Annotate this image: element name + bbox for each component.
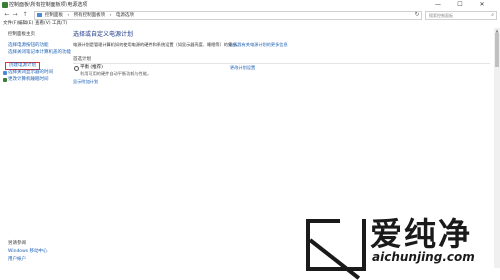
sidebar-item-lid-close[interactable]: 选择关闭笔记本计算机盖的功能 — [8, 50, 71, 56]
monitor-icon — [3, 71, 7, 75]
sidebar-item-power-button[interactable]: 选择电源按钮的功能 — [8, 43, 49, 49]
close-button[interactable]: ✕ — [474, 0, 490, 10]
folder-icon — [37, 13, 42, 17]
sidebar-item-sleep-time[interactable]: 更改计算机睡眠时间 — [8, 77, 49, 83]
search-icon: ⌕ — [491, 12, 494, 18]
address-bar[interactable]: 控制面板 › 所有控制面板项 › 电源选项 — [34, 11, 422, 20]
watermark-url: aichunjing.com — [372, 250, 475, 264]
search-input[interactable]: 搜索控制面板 ⌕ — [425, 11, 497, 20]
plan-description: 利用可用的硬件自动平衡功耗与性能。 — [80, 71, 152, 76]
breadcrumb: 控制面板 › 所有控制面板项 › 电源选项 — [45, 13, 134, 18]
sidebar-item-display-off[interactable]: 选择关闭显示器的时间 — [8, 70, 53, 76]
menu-bar — [0, 20, 500, 28]
minimize-button[interactable]: — — [430, 0, 446, 10]
power-plan-info-link[interactable]: 告诉我有关电源计划的更多信息 — [229, 42, 288, 48]
back-arrow-icon[interactable]: ← — [4, 10, 10, 20]
section-divider — [73, 63, 490, 64]
control-panel-icon — [2, 2, 8, 8]
plan-radio-button[interactable] — [74, 66, 79, 71]
refresh-icon[interactable]: ↻ — [414, 10, 420, 20]
sidebar-home-link[interactable]: 控制面板主页 — [8, 32, 35, 38]
vertical-scrollbar[interactable]: ▲ — [494, 28, 500, 268]
window-title: 控制面板\所有控制面板项\电源选项 — [9, 2, 88, 8]
forward-arrow-icon[interactable]: → — [12, 10, 18, 20]
sleep-icon — [3, 78, 7, 82]
breadcrumb-all-items[interactable]: 所有控制面板项 — [74, 13, 106, 18]
change-plan-settings-link[interactable]: 更改计划设置 — [230, 65, 255, 71]
scroll-thumb[interactable] — [495, 33, 499, 67]
page-title: 选择或自定义电源计划 — [73, 31, 134, 38]
up-arrow-icon[interactable]: ↑ — [22, 10, 28, 20]
menu-file[interactable]: 文件(F) — [3, 20, 18, 28]
see-also-user-accounts[interactable]: 用户帐户 — [8, 256, 26, 262]
see-also-mobility-center[interactable]: Windows 移动中心 — [8, 248, 48, 254]
menu-tools[interactable]: 工具(T) — [52, 20, 67, 28]
sidebar-item-create-plan[interactable]: 创建电源计划 — [5, 62, 40, 70]
watermark-text: 爱纯净 — [370, 215, 473, 253]
show-additional-plans-link[interactable]: 显示附加计划 — [73, 79, 98, 85]
breadcrumb-power-options[interactable]: 电源选项 — [116, 13, 134, 18]
menu-edit[interactable]: 编辑(E) — [18, 20, 33, 28]
see-also-heading: 另请参阅 — [8, 241, 26, 246]
breadcrumb-control-panel[interactable]: 控制面板 — [45, 13, 63, 18]
maximize-button[interactable]: ☐ — [452, 0, 468, 10]
search-placeholder: 搜索控制面板 — [429, 13, 453, 18]
menu-view[interactable]: 查看(V) — [35, 20, 51, 28]
